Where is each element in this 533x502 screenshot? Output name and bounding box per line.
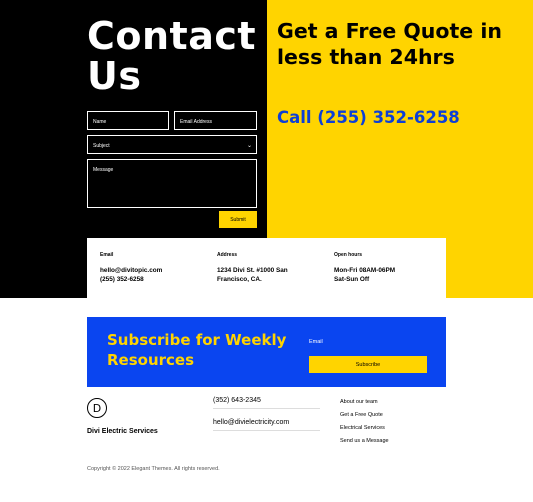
email-value[interactable]: hello@divitopic.com	[100, 266, 162, 275]
email-field[interactable]: Email Address	[174, 111, 257, 130]
brand-name: Divi Electric Services	[87, 428, 158, 435]
quote-phone-link[interactable]: Call (255) 352-6258	[277, 108, 460, 127]
subscribe-button[interactable]: Subscribe	[309, 356, 427, 373]
message-field[interactable]: Message	[87, 159, 257, 208]
subject-select[interactable]: Subject ⌄	[87, 135, 257, 154]
submit-button[interactable]: Submit	[219, 211, 257, 228]
contact-title: Contact Us	[87, 14, 257, 98]
footer-link-message[interactable]: Send us a Message	[340, 438, 389, 444]
address-label: Address	[217, 252, 238, 258]
hours-weekend: Sat-Sun Off	[334, 276, 370, 283]
subscribe-title: Subscribe for Weekly Resources	[107, 331, 287, 369]
footer-link-services[interactable]: Electrical Services	[340, 425, 385, 431]
message-placeholder: Message	[93, 167, 114, 173]
footer-link-quote[interactable]: Get a Free Quote	[340, 412, 383, 418]
copyright-text: Copyright © 2022 Elegant Themes. All rig…	[87, 466, 220, 472]
logo-letter: D	[92, 401, 102, 415]
quote-heading: Get a Free Quote in less than 24hrs	[277, 19, 502, 69]
hours-weekday: Mon-Fri 08AM-06PM	[334, 267, 396, 274]
email-label: Email	[100, 252, 114, 258]
name-field[interactable]: Name	[87, 111, 169, 130]
footer-link-about[interactable]: About our team	[340, 399, 378, 405]
footer-phone[interactable]: (352) 643-2345	[213, 397, 320, 409]
name-placeholder: Name	[93, 119, 107, 125]
divi-logo-icon[interactable]: D	[87, 398, 107, 418]
footer-email[interactable]: hello@divielectricity.com	[213, 419, 320, 431]
subject-placeholder: Subject	[93, 143, 110, 149]
email-placeholder: Email Address	[180, 119, 212, 125]
address-value: 1234 Divi St. #1000 San Francisco, CA.	[217, 267, 288, 283]
chevron-down-icon: ⌄	[246, 143, 252, 149]
phone-value[interactable]: (255) 352-6258	[100, 275, 144, 284]
subscribe-email-label: Email	[309, 339, 323, 345]
hours-label: Open hours	[334, 252, 363, 258]
